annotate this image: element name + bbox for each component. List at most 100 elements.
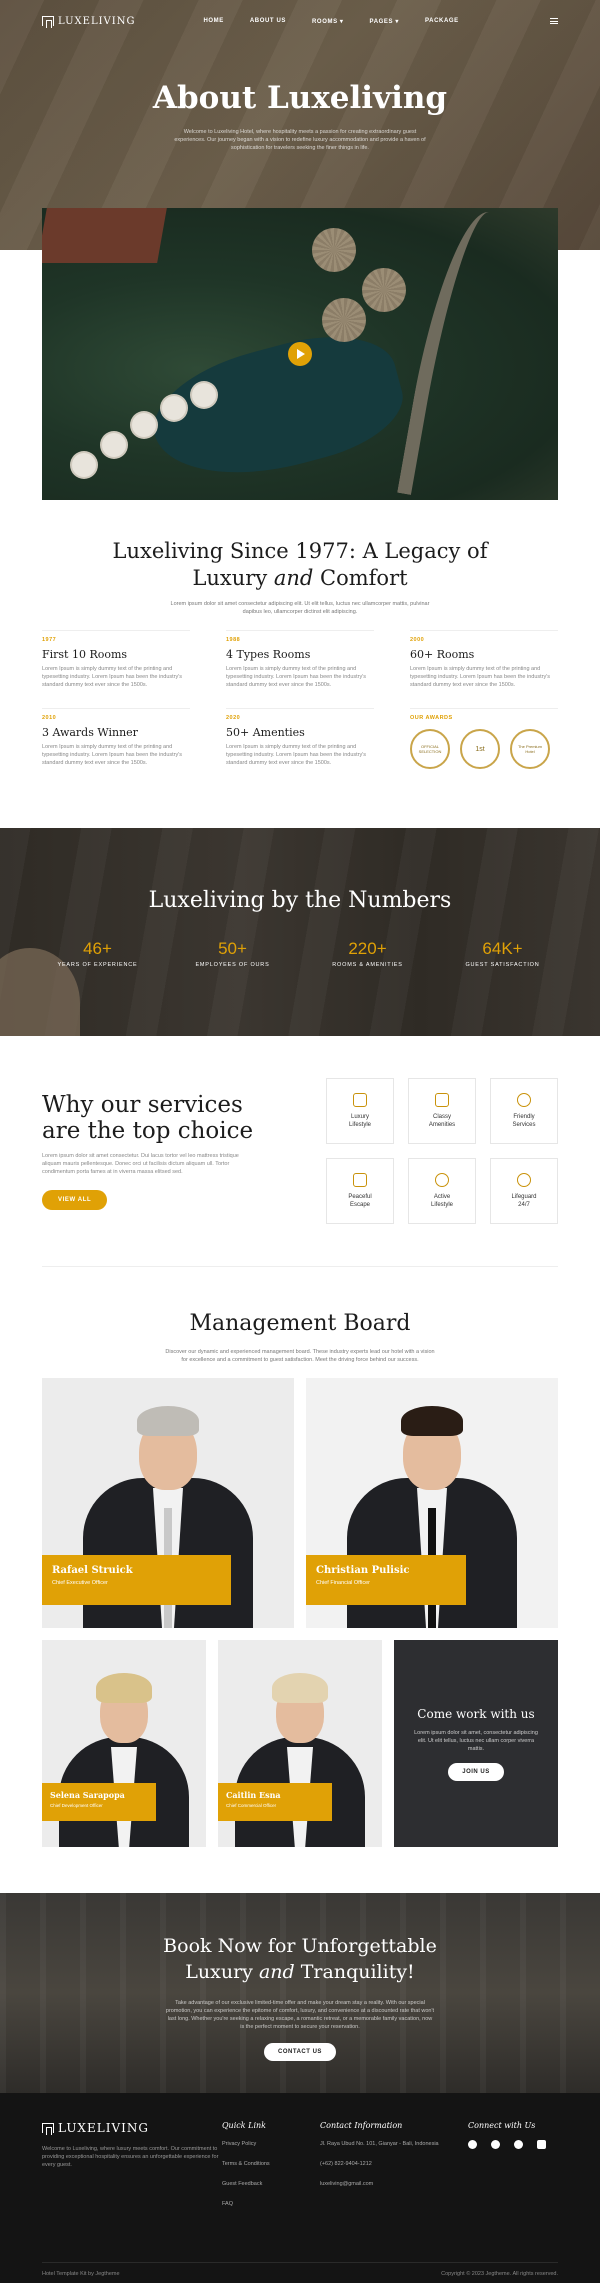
facebook-icon[interactable] xyxy=(514,2140,523,2149)
history-text: Lorem Ipsum is simply dummy text of the … xyxy=(42,744,183,766)
history-item: 1988 4 Types Rooms Lorem Ipsum is simply… xyxy=(226,630,374,708)
contact-email[interactable]: luxeliving@gmail.com xyxy=(320,2180,468,2188)
contact-phone[interactable]: (+62) 822-9404-1212 xyxy=(320,2160,468,2168)
service-card[interactable]: Friendly Services xyxy=(490,1078,558,1144)
site-logo[interactable]: LUXELIVING xyxy=(42,16,135,28)
contact-us-button[interactable]: CONTACT US xyxy=(264,2043,336,2061)
service-card[interactable]: Active Lifestyle xyxy=(408,1158,476,1224)
awards-block: OUR AWARDS OFFICIAL SELECTION 1st The Pr… xyxy=(410,708,558,786)
hero-subtitle: Welcome to Luxeliving Hotel, where hospi… xyxy=(174,129,426,151)
history-title: 4 Types Rooms xyxy=(226,648,311,661)
numbers-row: 46+ YEARS OF EXPERIENCE 50+ EMPLOYEES OF… xyxy=(0,913,600,968)
history-year: 1988 xyxy=(226,637,241,643)
instagram-icon[interactable] xyxy=(491,2140,500,2149)
service-card[interactable]: Lifeguard 24/7 xyxy=(490,1158,558,1224)
history-grid: 1977 First 10 Rooms Lorem Ipsum is simpl… xyxy=(42,630,558,786)
umbrella-image-detail xyxy=(192,383,216,407)
top-navigation: LUXELIVING HOME ABOUT US ROOMS ▾ PAGES ▾… xyxy=(0,0,600,42)
play-button-icon[interactable] xyxy=(288,342,312,366)
service-line2: Services xyxy=(512,1122,536,1128)
roof-image-detail xyxy=(42,208,167,263)
board-member-card[interactable]: Rafael Struick Chief Executive Officer xyxy=(42,1378,294,1628)
contact-address: Jl. Raya Ubud No. 101, Gianyar - Bali, I… xyxy=(320,2141,439,2147)
youtube-icon[interactable] xyxy=(537,2140,546,2149)
history-title: 60+ Rooms xyxy=(410,648,475,661)
footer-logo[interactable]: LUXELIVING xyxy=(42,2121,222,2135)
careers-title: Come work with us xyxy=(417,1706,535,1721)
service-line1: Lifeguard xyxy=(511,1194,537,1200)
board-member-card[interactable]: Christian Pulisic Chief Financial Office… xyxy=(306,1378,558,1628)
palm-icon xyxy=(353,1173,367,1187)
number-label: YEARS OF EXPERIENCE xyxy=(57,962,138,968)
service-card[interactable]: Classy Amenities xyxy=(408,1078,476,1144)
numbers-section: Luxeliving by the Numbers 46+ YEARS OF E… xyxy=(0,828,600,1036)
board-section: Management Board Discover our dynamic an… xyxy=(0,1267,600,1847)
footer-credit: Hotel Template Kit by Jegtheme xyxy=(42,2271,120,2277)
footer-about-text: Welcome to Luxeliving, where luxury meet… xyxy=(42,2146,219,2168)
nav-about[interactable]: ABOUT US xyxy=(250,18,286,25)
umbrella-image-detail xyxy=(162,396,186,420)
number-item: 50+ EMPLOYEES OF OURS xyxy=(165,939,300,968)
site-footer: LUXELIVING Welcome to Luxeliving, where … xyxy=(0,2093,600,2283)
member-name: Caitlin Esna xyxy=(226,1790,281,1800)
legacy-lead: Lorem ipsum dolor sit amet consectetur a… xyxy=(170,601,430,615)
join-us-button[interactable]: JOIN US xyxy=(448,1762,504,1781)
nav-home[interactable]: HOME xyxy=(203,18,223,25)
history-text: Lorem Ipsum is simply dummy text of the … xyxy=(226,666,367,688)
board-member-card[interactable]: Selena Sarapopa Chief Development Office… xyxy=(42,1640,206,1847)
service-card[interactable]: Luxury Lifestyle xyxy=(326,1078,394,1144)
tennis-icon xyxy=(435,1173,449,1187)
page-title: About Luxeliving xyxy=(152,80,448,116)
member-hair xyxy=(137,1406,199,1436)
footer-link[interactable]: FAQ xyxy=(222,2200,320,2208)
service-line1: Active xyxy=(433,1194,451,1200)
service-card[interactable]: Peaceful Escape xyxy=(326,1158,394,1224)
member-role: Chief Development Officer xyxy=(50,1803,103,1808)
number-value: 46+ xyxy=(83,939,112,958)
path-image-detail xyxy=(397,208,507,500)
footer-contact: Contact Information Jl. Raya Ubud No. 10… xyxy=(320,2121,468,2220)
history-year: 2010 xyxy=(42,715,57,721)
nav-package[interactable]: PACKAGE xyxy=(425,18,459,25)
umbrella-image-detail xyxy=(102,433,126,457)
hut-image-detail xyxy=(362,268,406,312)
resort-video[interactable] xyxy=(42,208,558,500)
service-line1: Friendly xyxy=(513,1114,535,1120)
footer-copyright: Copyright © 2023 Jegtheme. All rights re… xyxy=(441,2271,558,2277)
footer-columns: LUXELIVING Welcome to Luxeliving, where … xyxy=(42,2121,558,2220)
footer-link[interactable]: Guest Feedback xyxy=(222,2180,320,2188)
history-title: 50+ Amenties xyxy=(226,726,305,739)
history-year: 1977 xyxy=(42,637,57,643)
number-value: 50+ xyxy=(218,939,247,958)
board-member-card[interactable]: Caitlin Esna Chief Commercial Officer xyxy=(218,1640,382,1847)
number-item: 220+ ROOMS & AMENITIES xyxy=(300,939,435,968)
number-label: ROOMS & AMENITIES xyxy=(332,962,403,968)
number-label: EMPLOYEES OF OURS xyxy=(195,962,270,968)
history-text: Lorem Ipsum is simply dummy text of the … xyxy=(226,744,367,766)
member-nameplate: Caitlin Esna Chief Commercial Officer xyxy=(218,1783,332,1821)
footer-brand: LUXELIVING xyxy=(58,2121,149,2135)
member-role: Chief Financial Officer xyxy=(316,1580,371,1586)
logo-icon xyxy=(42,2123,54,2135)
hamburger-menu-icon[interactable] xyxy=(550,18,558,24)
careers-text: Lorem ipsum dolor sit amet, consectetur … xyxy=(414,1729,538,1752)
social-links xyxy=(468,2140,546,2149)
logo-icon xyxy=(42,16,54,28)
nav-rooms[interactable]: ROOMS ▾ xyxy=(312,18,344,25)
book-title-em: and xyxy=(258,1961,295,1983)
whatsapp-icon[interactable] xyxy=(468,2140,477,2149)
lotus-icon xyxy=(353,1093,367,1107)
history-item: 2000 60+ Rooms Lorem Ipsum is simply dum… xyxy=(410,630,558,708)
contact-title: Contact Information xyxy=(320,2121,403,2130)
numbers-title: Luxeliving by the Numbers xyxy=(148,888,452,913)
nav-pages[interactable]: PAGES ▾ xyxy=(370,18,399,25)
book-text: Take advantage of our exclusive limited-… xyxy=(165,2000,435,2030)
footer-link[interactable]: Terms & Conditions xyxy=(222,2160,320,2168)
history-year: 2020 xyxy=(226,715,241,721)
member-nameplate: Selena Sarapopa Chief Development Office… xyxy=(42,1783,156,1821)
footer-link[interactable]: Privacy Policy xyxy=(222,2140,320,2148)
member-nameplate: Christian Pulisic Chief Financial Office… xyxy=(306,1555,466,1605)
member-role: Chief Commercial Officer xyxy=(226,1803,277,1808)
view-all-button[interactable]: VIEW ALL xyxy=(42,1190,108,1210)
umbrella-image-detail xyxy=(132,413,156,437)
